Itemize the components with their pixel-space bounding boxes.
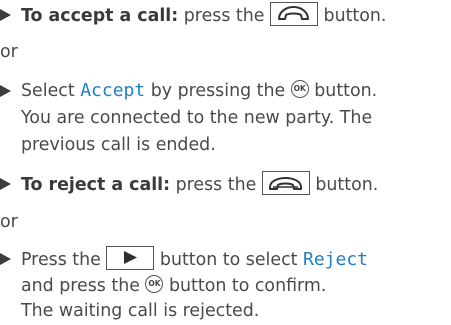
ok-button-icon: OK <box>290 80 309 98</box>
bullet-arrow-icon <box>0 253 11 265</box>
bullet-arrow-icon <box>0 9 11 21</box>
press-reject-line-2-b: button to confirm. <box>163 276 327 296</box>
select-accept-text-2: by pressing the <box>145 81 291 101</box>
ok-button-icon: OK <box>145 275 164 293</box>
reject-call-text-after: button. <box>309 175 379 195</box>
bullet-arrow-icon <box>0 85 11 97</box>
press-reject-line-2-a: and press the <box>21 276 146 296</box>
phone-hangup-icon <box>261 171 310 195</box>
press-reject-line-3: The waiting call is rejected. <box>21 301 260 321</box>
press-reject-text-2: button to select <box>154 250 303 270</box>
select-accept-text-1: Select <box>21 81 81 101</box>
select-accept-text-3: button. <box>308 81 378 101</box>
select-accept-line-2: You are connected to the new party. The <box>21 108 373 128</box>
reject-call-instruction: To reject a call: press the button. <box>21 171 379 197</box>
reject-call-text-before: press the <box>170 175 262 195</box>
accept-call-instruction: To accept a call: press the button. <box>21 2 387 28</box>
reject-keyword: Reject <box>302 249 369 270</box>
right-arrow-icon <box>106 246 155 270</box>
or-separator-2: or <box>0 212 18 232</box>
accept-keyword: Accept <box>80 80 146 101</box>
accept-call-label: To accept a call: <box>21 6 179 26</box>
select-accept-line-1: Select Accept by pressing the OK button. <box>21 80 377 102</box>
reject-call-label: To reject a call: <box>21 175 171 195</box>
press-reject-line-2: and press the OK button to confirm. <box>21 275 326 297</box>
press-reject-text-1: Press the <box>21 250 107 270</box>
select-accept-line-3: previous call is ended. <box>21 135 216 155</box>
press-reject-line-1: Press the button to select Reject <box>21 246 369 272</box>
phone-accept-icon <box>270 2 318 26</box>
bullet-arrow-icon <box>0 178 11 190</box>
accept-call-text-after: button. <box>318 6 387 26</box>
or-separator-1: or <box>0 42 18 62</box>
accept-call-text-before: press the <box>178 6 270 26</box>
